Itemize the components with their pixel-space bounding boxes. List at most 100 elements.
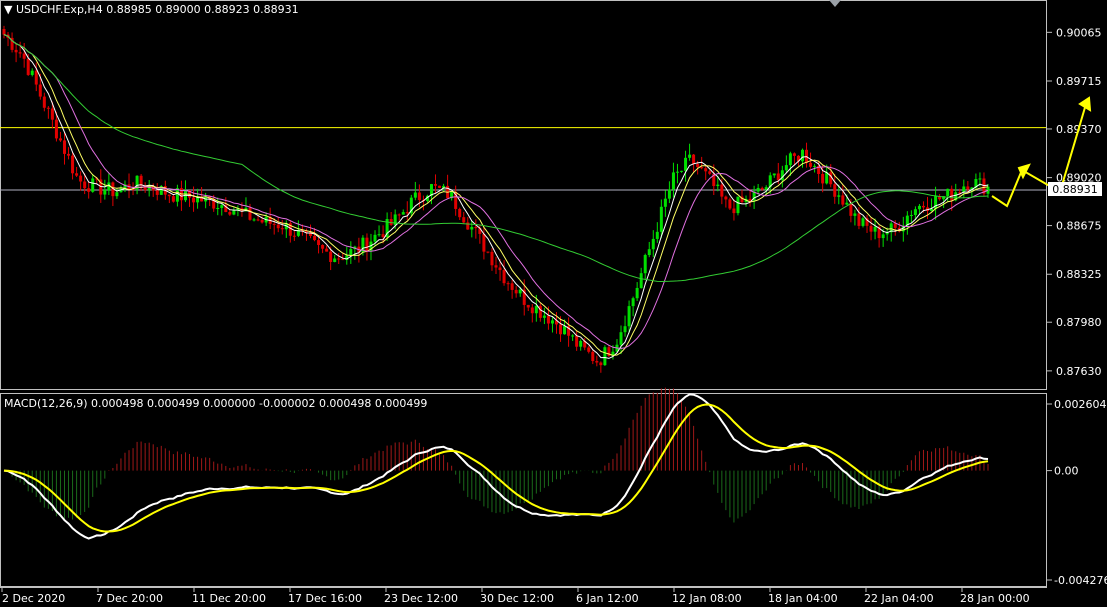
time-tick-label: 17 Dec 16:00 — [288, 592, 362, 605]
price-tick-label: 0.87630 — [1056, 365, 1102, 378]
candle-body — [325, 248, 329, 252]
candle-body — [700, 167, 704, 169]
candle-body — [276, 224, 280, 229]
candle-body — [530, 307, 534, 314]
candle-body — [91, 178, 95, 192]
candle-body — [490, 251, 494, 266]
candle-body — [720, 184, 724, 197]
candle-body — [14, 49, 18, 53]
candle-body — [232, 210, 236, 215]
time-tick-label: 28 Jan 00:00 — [960, 592, 1030, 605]
macd-label: MACD(12,26,9) 0.000498 0.000499 0.000000… — [4, 397, 428, 410]
candle-body — [438, 185, 442, 188]
candle-body — [482, 233, 486, 252]
current-price-marker: 0.88931 — [1048, 182, 1102, 196]
candle-body — [103, 190, 107, 195]
time-tick-label: 22 Jan 04:00 — [864, 592, 934, 605]
candle-body — [619, 332, 623, 345]
ohlc-values: 0.88985 0.89000 0.88923 0.88931 — [106, 3, 299, 16]
price-tick-label: 0.87980 — [1056, 316, 1102, 329]
candle-body — [167, 194, 171, 197]
candle-body — [22, 53, 26, 59]
candle-body — [38, 84, 42, 97]
candle-body — [639, 273, 643, 288]
candle-body — [675, 171, 679, 173]
candle-body — [18, 52, 22, 54]
candle-body — [748, 198, 752, 201]
candle-body — [857, 213, 861, 226]
candle-body — [458, 208, 462, 218]
candle-body — [292, 235, 296, 237]
candle-body — [337, 258, 341, 260]
candle-body — [728, 199, 732, 209]
candle-body — [321, 244, 325, 249]
candle-body — [34, 70, 38, 85]
candle-body — [962, 186, 966, 193]
candle-body — [54, 119, 58, 139]
candle-body — [83, 181, 87, 189]
candle-body — [434, 184, 438, 186]
candle-body — [651, 238, 655, 250]
price-tick-label: 0.88675 — [1056, 220, 1102, 233]
candle-body — [655, 231, 659, 239]
candle-body — [736, 196, 740, 214]
candle-body — [30, 70, 34, 75]
candle-body — [696, 163, 700, 168]
candle-body — [2, 29, 6, 35]
candle-body — [317, 240, 321, 245]
candle-body — [216, 208, 220, 210]
symbol-label: USDCHF.Exp,H4 — [15, 3, 103, 16]
candle-body — [760, 187, 764, 190]
candle-body — [861, 218, 865, 226]
candle-body — [950, 188, 954, 201]
candle-body — [659, 206, 663, 232]
candle-body — [756, 187, 760, 192]
time-tick-label: 18 Jan 04:00 — [768, 592, 838, 605]
candle-body — [716, 184, 720, 187]
candle-body — [663, 198, 667, 207]
candle-body — [845, 202, 849, 205]
candle-body — [79, 175, 83, 182]
time-tick-label: 6 Jan 12:00 — [576, 592, 639, 605]
candle-body — [921, 205, 925, 208]
candle-body — [841, 195, 845, 205]
candle-body — [329, 251, 333, 262]
candle-body — [599, 362, 603, 366]
candle-body — [58, 138, 62, 141]
candle-body — [788, 153, 792, 166]
candle-body — [42, 96, 46, 108]
candle-body — [909, 215, 913, 217]
candle-body — [313, 235, 317, 241]
candle-body — [349, 249, 353, 256]
candle-body — [692, 154, 696, 164]
candle-body — [800, 149, 804, 162]
candle-body — [784, 165, 788, 171]
candle-body — [579, 340, 583, 347]
candle-body — [732, 208, 736, 214]
candle-body — [635, 287, 639, 299]
candle-body — [913, 209, 917, 216]
candle-body — [550, 320, 554, 324]
candle-body — [647, 249, 651, 255]
candle-body — [401, 212, 405, 215]
candle-body — [373, 234, 377, 242]
candle-body — [946, 188, 950, 197]
candle-body — [534, 305, 538, 314]
candle-body — [821, 173, 825, 184]
candle-body — [365, 237, 369, 251]
candle-body — [474, 226, 478, 229]
candle-body — [171, 196, 175, 202]
current-price-label: 0.88931 — [1052, 183, 1098, 196]
collapse-triangle-icon[interactable]: ▼ — [4, 3, 12, 16]
chart-canvas[interactable]: 0.900650.897150.893700.890200.886750.883… — [0, 0, 1107, 607]
candle-body — [381, 234, 385, 238]
candle-body — [248, 207, 252, 220]
candle-body — [724, 196, 728, 200]
time-tick-label: 7 Dec 20:00 — [96, 592, 163, 605]
candle-body — [62, 140, 66, 154]
candle-body — [704, 168, 708, 172]
candle-body — [559, 324, 563, 335]
candle-body — [688, 154, 692, 158]
candle-body — [514, 289, 518, 294]
candle-body — [405, 212, 409, 214]
